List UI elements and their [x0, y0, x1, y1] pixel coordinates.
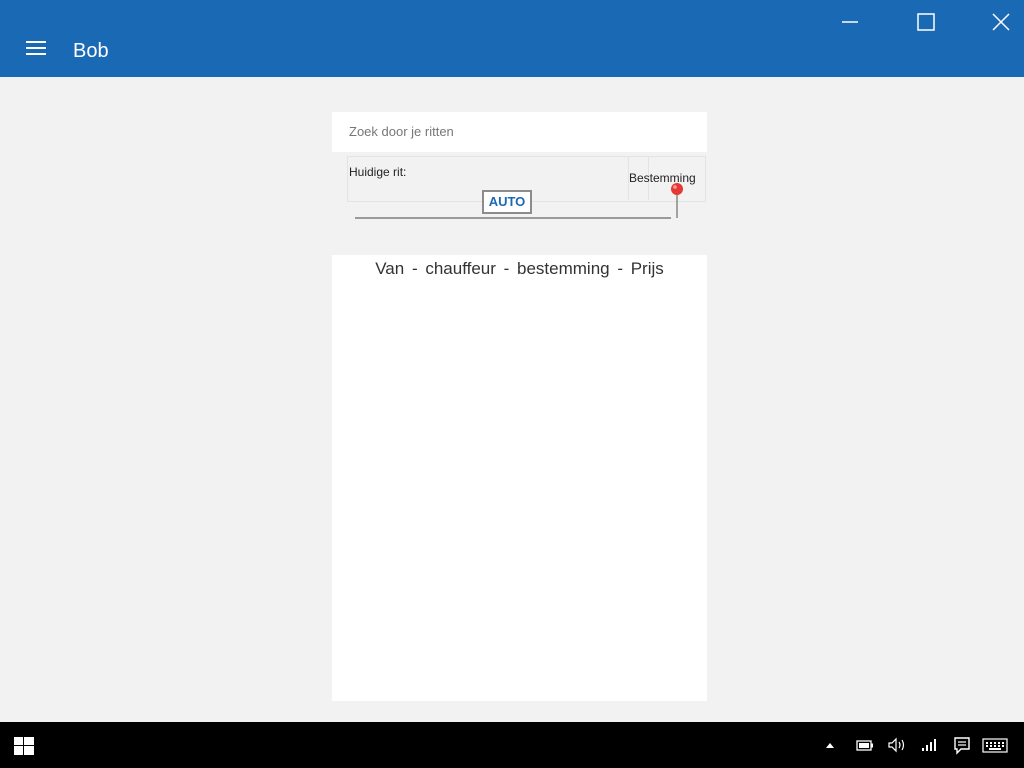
volume-icon[interactable]	[886, 734, 908, 756]
show-hidden-icons-icon[interactable]	[823, 734, 837, 756]
ride-list: Van - chauffeur - bestemming - Prijs	[332, 255, 707, 701]
current-ride-label: Huidige rit:	[349, 165, 407, 179]
windows-start-icon[interactable]	[14, 737, 34, 755]
title-bar: Bob	[0, 0, 1024, 77]
close-icon	[992, 13, 1010, 31]
action-center-icon[interactable]	[952, 734, 972, 756]
touch-keyboard-icon[interactable]	[982, 734, 1008, 756]
search-input[interactable]	[347, 123, 691, 140]
ride-progress-track	[355, 217, 671, 219]
network-icon[interactable]	[920, 734, 940, 756]
map-pin-icon	[671, 183, 683, 218]
app-title: Bob	[73, 40, 109, 62]
minimize-button[interactable]	[820, 0, 880, 44]
vehicle-badge[interactable]: AUTO	[482, 190, 532, 214]
destination-label: Bestemming	[629, 171, 696, 185]
battery-icon[interactable]	[855, 734, 875, 756]
ride-list-header: Van - chauffeur - bestemming - Prijs	[375, 259, 664, 278]
hamburger-menu-icon[interactable]	[26, 41, 46, 57]
maximize-button[interactable]	[896, 0, 956, 44]
maximize-icon	[917, 13, 935, 31]
taskbar	[0, 722, 1024, 768]
search-box	[332, 112, 707, 152]
minimize-icon	[842, 21, 858, 23]
close-button[interactable]	[970, 0, 1024, 44]
current-ride-panel: Huidige rit: Bestemming AUTO	[332, 152, 707, 226]
